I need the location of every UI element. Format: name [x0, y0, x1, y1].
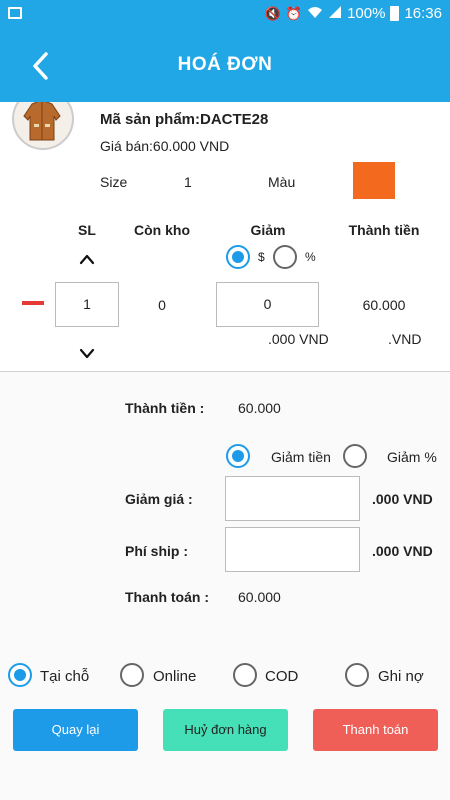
app-bar: HOÁ ĐƠN: [0, 30, 450, 102]
discount-mode-percent-label: Giảm %: [387, 449, 437, 465]
color-label: Màu: [268, 174, 296, 190]
order-discount-unit: .000 VND: [372, 491, 433, 507]
payment-method-debt-radio[interactable]: [345, 663, 369, 687]
header-line-total: Thành tiền: [348, 222, 420, 238]
line-total-unit: .VND: [388, 331, 422, 347]
item-discount-unit: .000 VND: [268, 331, 329, 347]
image-notification-icon: [8, 7, 22, 19]
payment-method-online-radio[interactable]: [120, 663, 144, 687]
subtotal-value: 60.000: [238, 400, 281, 416]
payment-total-value: 60.000: [238, 589, 281, 605]
payment-method-online-label: Online: [153, 668, 197, 685]
product-code: Mã sản phẩm:DACTE28: [100, 111, 269, 128]
header-discount: Giảm: [250, 222, 286, 238]
payment-method-onsite-label: Tại chỗ: [40, 668, 90, 685]
product-price: Giá bán:60.000 VND: [100, 138, 230, 154]
shipping-fee-unit: .000 VND: [372, 543, 433, 559]
quantity-input[interactable]: 1: [55, 282, 119, 327]
page-title: HOÁ ĐƠN: [177, 54, 273, 75]
product-image: [12, 102, 74, 150]
back-button[interactable]: Quay lại: [13, 709, 138, 751]
shipping-label: Phí ship :: [125, 543, 188, 559]
decrease-quantity-button[interactable]: [22, 296, 46, 310]
wifi-icon: [307, 6, 323, 22]
mute-icon: 🔇: [264, 5, 281, 21]
header-stock: Còn kho: [134, 222, 190, 238]
cancel-order-button[interactable]: Huỷ đơn hàng: [163, 709, 288, 751]
status-icons: 🔇 ⏰ 100% 16:36: [265, 5, 442, 22]
discount-mode-amount-radio[interactable]: [226, 444, 250, 468]
discount-label: Giảm giá :: [125, 491, 193, 507]
chevron-down-icon[interactable]: [78, 346, 96, 359]
color-swatch: [353, 162, 395, 199]
size-value: 1: [184, 174, 192, 190]
order-discount-input[interactable]: [225, 476, 360, 521]
battery-icon: [390, 6, 400, 21]
payment-method-onsite-radio[interactable]: [8, 663, 32, 687]
discount-type-percent-radio[interactable]: [273, 245, 297, 269]
shipping-fee-input[interactable]: [225, 527, 360, 572]
payment-method-debt-label: Ghi nợ: [378, 668, 424, 685]
payment-total-label: Thanh toán :: [125, 589, 209, 605]
pay-button[interactable]: Thanh toán: [313, 709, 438, 751]
size-label: Size: [100, 174, 128, 190]
line-total-value: 60.000: [362, 297, 406, 313]
status-bar: 🔇 ⏰ 100% 16:36: [0, 0, 450, 30]
section-divider: [0, 371, 450, 372]
payment-method-cod-label: COD: [265, 668, 299, 685]
alarm-icon: ⏰: [285, 5, 303, 21]
minus-icon: [22, 301, 44, 305]
clock: 16:36: [404, 5, 442, 22]
product-card: Mã sản phẩm:DACTE28 Giá bán:60.000 VND S…: [0, 102, 450, 372]
discount-type-dollar-radio[interactable]: [226, 245, 250, 269]
battery-percent: 100%: [347, 5, 386, 22]
signal-icon: [328, 5, 342, 22]
subtotal-label: Thành tiền :: [125, 400, 205, 416]
discount-type-dollar-label: $: [258, 250, 265, 264]
discount-mode-percent-radio[interactable]: [343, 444, 367, 468]
item-discount-input[interactable]: 0: [216, 282, 319, 327]
stock-value: 0: [158, 297, 166, 313]
header-quantity: SL: [78, 222, 96, 238]
chevron-up-icon[interactable]: [78, 252, 96, 265]
discount-mode-amount-label: Giảm tiền: [271, 449, 331, 465]
payment-method-cod-radio[interactable]: [233, 663, 257, 687]
discount-type-percent-label: %: [305, 250, 316, 264]
